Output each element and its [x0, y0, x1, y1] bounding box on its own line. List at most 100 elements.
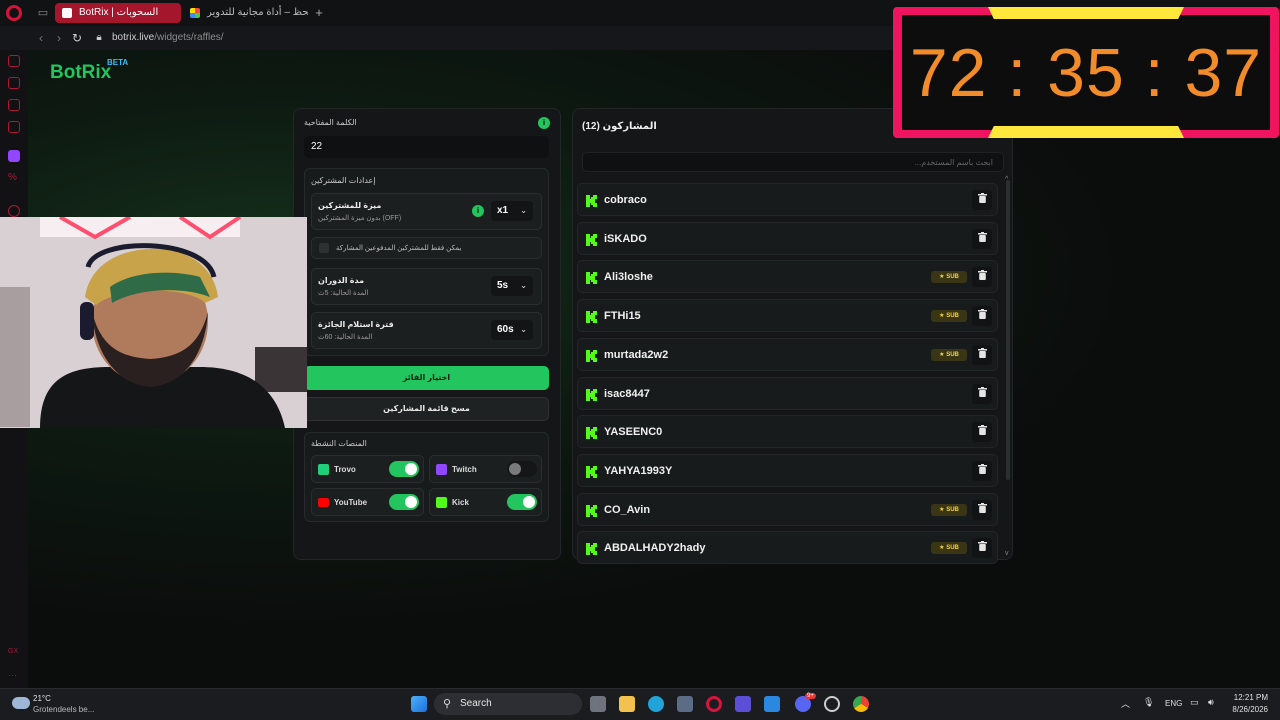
paid-only-checkbox[interactable] — [319, 243, 329, 253]
participant-row[interactable]: iSKADO — [577, 222, 998, 255]
participants-search-input[interactable]: ...ابحث باسم المستخدم — [582, 152, 1004, 172]
delete-participant-button[interactable] — [972, 384, 992, 404]
participant-row[interactable]: YASEENC0 — [577, 415, 998, 448]
back-icon[interactable]: ‹ — [34, 31, 48, 45]
sidebar-gx-icon[interactable]: GX — [8, 648, 20, 660]
sidebar-aria-icon[interactable] — [8, 55, 20, 67]
edge-icon[interactable] — [648, 696, 664, 712]
reload-icon[interactable]: ↻ — [70, 31, 84, 45]
kick-icon — [586, 194, 597, 207]
url-field[interactable]: botrix.live/widgets/raffles/ — [112, 31, 224, 45]
clock-time[interactable]: 12:21 PM — [1230, 693, 1268, 702]
opera-logo-icon[interactable] — [6, 5, 22, 21]
trovo-icon — [318, 464, 329, 475]
participant-name: cobraco — [604, 194, 647, 206]
trovo-toggle[interactable] — [389, 461, 419, 477]
participant-row[interactable]: cobraco — [577, 183, 998, 216]
spin-duration-value: 5s — [497, 280, 509, 291]
app-icon[interactable] — [764, 696, 780, 712]
platform-name: YouTube — [334, 498, 368, 507]
platform-name: Kick — [452, 498, 469, 507]
participant-row[interactable]: ABDALHADY2hady ★ SUB — [577, 531, 998, 564]
store-icon[interactable] — [677, 696, 693, 712]
steam-icon[interactable] — [824, 696, 840, 712]
clear-participants-button[interactable]: مسح قائمة المشاركين — [304, 397, 549, 421]
pick-winner-button[interactable]: اختيار الفائز — [304, 366, 549, 390]
countdown-timer: 72 : 35 : 37 — [909, 35, 1263, 111]
windows-start-icon[interactable] — [411, 696, 427, 712]
scroll-down-icon[interactable]: v — [1005, 550, 1009, 557]
delete-participant-button[interactable] — [972, 500, 992, 520]
info-icon[interactable]: i — [538, 117, 550, 129]
search-icon: ⚲ — [443, 698, 452, 710]
sidebar-more-icon[interactable]: ··· — [8, 670, 20, 682]
network-icon[interactable]: ▭ — [1190, 697, 1199, 708]
participants-scrollbar[interactable] — [1006, 180, 1010, 480]
participant-row[interactable]: FTHi15 ★ SUB — [577, 299, 998, 332]
webcam-overlay — [0, 217, 307, 428]
sidebar-instagram-icon[interactable] — [8, 121, 20, 133]
participant-row[interactable]: YAHYA1993Y — [577, 454, 998, 487]
opera-gx-icon[interactable] — [706, 696, 722, 712]
volume-icon[interactable]: 🔊︎ — [1208, 697, 1214, 708]
platform-kick: Kick — [429, 488, 542, 516]
tab-menu-icon[interactable]: ▭ — [36, 6, 50, 20]
tab-botrix[interactable]: BotRix | السحوبات — [55, 3, 181, 23]
clock-date[interactable]: 8/26/2026 — [1224, 705, 1268, 714]
forward-icon[interactable]: › — [52, 31, 66, 45]
taskbar-search[interactable]: ⚲ Search — [434, 693, 582, 715]
participant-row[interactable]: murtada2w2 ★ SUB — [577, 338, 998, 371]
delete-participant-button[interactable] — [972, 190, 992, 210]
sidebar-settings-icon[interactable] — [8, 205, 20, 217]
url-host: botrix.live — [112, 32, 155, 43]
keyword-input[interactable]: 22 — [304, 136, 549, 158]
delete-participant-button[interactable] — [972, 345, 992, 365]
spin-duration-title: مدة الدوران — [318, 276, 365, 285]
youtube-toggle[interactable] — [389, 494, 419, 510]
delete-participant-button[interactable] — [972, 267, 992, 287]
participant-settings-label: إعدادات المشتركين — [311, 176, 376, 185]
delete-participant-button[interactable] — [972, 461, 992, 481]
task-view-icon[interactable] — [590, 696, 606, 712]
weather-cloud-icon[interactable] — [12, 697, 30, 709]
weather-temp[interactable]: 21°C — [33, 694, 51, 703]
kick-icon — [586, 465, 597, 478]
trash-icon — [977, 464, 987, 474]
microphone-icon[interactable]: 🎙︎ — [1143, 697, 1154, 708]
twitch-icon — [436, 464, 447, 475]
participant-row[interactable]: CO_Avin ★ SUB — [577, 493, 998, 526]
subscriber-bonus-subtitle: بدون ميزة المشتركين (OFF) — [318, 215, 402, 222]
chrome-icon[interactable] — [853, 696, 869, 712]
weather-desc[interactable]: Grotendeels be... — [33, 705, 94, 714]
sidebar-shopping-icon[interactable] — [8, 77, 20, 89]
chevron-down-icon: ⌄ — [520, 281, 527, 290]
botrix-logo[interactable]: BotRix — [50, 62, 111, 84]
delete-participant-button[interactable] — [972, 422, 992, 442]
participant-row[interactable]: isac8447 — [577, 377, 998, 410]
tab-wheel[interactable]: عجلة الحظ – أداة مجانية للتدوير — [183, 3, 308, 23]
file-explorer-icon[interactable] — [619, 696, 635, 712]
tab-label: عجلة الحظ – أداة مجانية للتدوير — [207, 7, 308, 18]
delete-participant-button[interactable] — [972, 538, 992, 558]
claim-time-select[interactable]: 60s ⌄ — [491, 320, 533, 340]
twitch-toggle[interactable] — [507, 461, 537, 477]
subscriber-bonus-select[interactable]: x1 ⌄ — [491, 201, 533, 221]
participant-name: Ali3loshe — [604, 271, 653, 283]
delete-participant-button[interactable] — [972, 229, 992, 249]
sidebar-twitch-icon[interactable] — [8, 150, 20, 162]
new-tab-button[interactable]: + — [312, 6, 326, 20]
subscriber-bonus-value: x1 — [497, 205, 509, 216]
subscriber-info-icon[interactable]: i — [472, 205, 484, 217]
delete-participant-button[interactable] — [972, 306, 992, 326]
scroll-up-icon[interactable]: ^ — [1005, 176, 1008, 183]
spin-duration-select[interactable]: 5s ⌄ — [491, 276, 533, 296]
tray-chevron-icon[interactable]: ︿ — [1121, 697, 1130, 710]
subscriber-badge: ★ SUB — [931, 504, 967, 516]
participant-row[interactable]: Ali3loshe ★ SUB — [577, 260, 998, 293]
trash-icon — [977, 193, 987, 203]
language-indicator[interactable]: ENG — [1165, 699, 1182, 708]
sidebar-percent-icon[interactable]: % — [8, 172, 20, 184]
sidebar-messenger-icon[interactable] — [8, 99, 20, 111]
media-player-icon[interactable] — [735, 696, 751, 712]
kick-toggle[interactable] — [507, 494, 537, 510]
